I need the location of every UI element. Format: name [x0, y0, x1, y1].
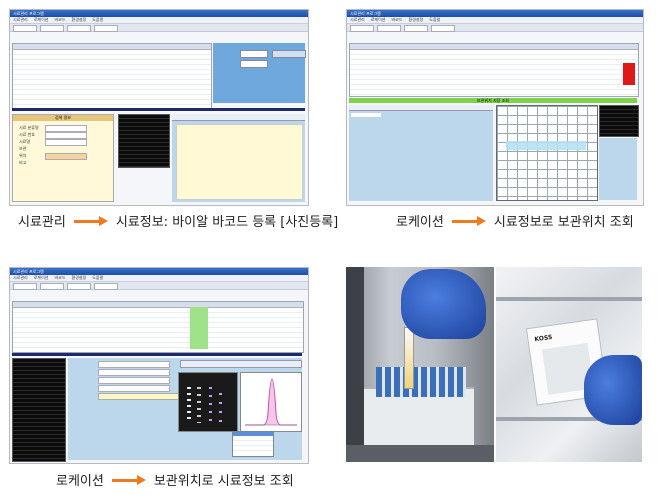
tube-caps: [376, 367, 466, 397]
window-title: 시료관리 프로그램: [350, 10, 381, 16]
tool-button[interactable]: [13, 283, 37, 290]
storage-photo: KOSS: [346, 267, 642, 462]
rack-grid[interactable]: [496, 105, 598, 201]
tool-button[interactable]: [94, 283, 118, 290]
caption-sample-lookup: 로케이션 보관위치로 시료정보 조회: [56, 470, 294, 489]
rack-highlight: [506, 141, 586, 150]
caption-from: 로케이션: [396, 215, 444, 230]
field-input[interactable]: [45, 153, 87, 160]
menu-item[interactable]: 도움말: [92, 275, 103, 281]
chromatogram: [240, 372, 302, 432]
form-label: 보관: [19, 146, 27, 151]
caption-sample-management: 시료관리 시료정보: 바이알 바코드 등록 [사진등록]: [18, 211, 338, 230]
arrow-right-icon: [111, 474, 146, 485]
tool-button[interactable]: [377, 25, 401, 32]
form-label: 시료명: [19, 139, 31, 144]
menu-item[interactable]: 시료관리: [350, 17, 365, 23]
tool-button[interactable]: [40, 283, 64, 290]
register-button[interactable]: [240, 60, 268, 68]
location-header: 보관위치 지정 조회: [349, 98, 637, 103]
rack-frame: [346, 267, 364, 462]
caption-from: 시료관리: [18, 215, 66, 230]
barcode-list[interactable]: [599, 105, 639, 137]
menu-item[interactable]: 시료관리: [13, 275, 28, 281]
image-pane: [172, 114, 305, 202]
barcode-list[interactable]: [118, 114, 170, 168]
tool-button[interactable]: [404, 25, 428, 32]
screenshot-sample-management: 시료관리 프로그램 시료관리 로케이션 바코드 환경설정 도움말 검색 정보 시…: [9, 9, 309, 206]
menu-bar: 시료관리 로케이션 바코드 환경설정 도움말: [347, 17, 643, 24]
form-label: 비고: [19, 160, 27, 165]
separator-bar: [12, 353, 302, 356]
toolbar: [10, 24, 308, 32]
menu-item[interactable]: 로케이션: [371, 17, 386, 23]
tool-button[interactable]: [67, 283, 91, 290]
window-title: 시료관리 프로그램: [13, 268, 44, 274]
box-brand: KOSS: [534, 333, 553, 344]
form-label: 시료 번호: [19, 132, 35, 137]
menu-item[interactable]: 시료관리: [13, 17, 28, 23]
menu-item[interactable]: 로케이션: [34, 17, 49, 23]
field-input[interactable]: [45, 132, 87, 139]
status-column: [190, 307, 208, 349]
arrow-right-icon: [451, 215, 486, 226]
window-title: 시료관리 프로그램: [13, 10, 44, 16]
menu-item[interactable]: 바코드: [54, 275, 65, 281]
form-label: 위치: [19, 153, 27, 158]
form-label: 시료 분류명: [19, 125, 39, 130]
form-title: 검색 정보: [13, 115, 113, 121]
peak-chart: [245, 378, 297, 426]
menu-item[interactable]: 환경설정: [72, 275, 87, 281]
sample-table[interactable]: [12, 301, 304, 353]
popup-table[interactable]: [232, 431, 274, 457]
tool-button[interactable]: [431, 25, 455, 32]
gloved-hand: [584, 355, 642, 425]
field-input[interactable]: [45, 125, 87, 132]
window-titlebar: 시료관리 프로그램: [10, 10, 308, 17]
screenshot-location-search: 시료관리 프로그램 시료관리 로케이션 바코드 환경설정 도움말 보관위치 지정…: [346, 9, 644, 206]
field-input[interactable]: [45, 139, 87, 146]
rack-base: [346, 445, 494, 462]
tool-button[interactable]: [40, 25, 64, 32]
caption-from: 로케이션: [56, 474, 104, 489]
separator-bar: [12, 108, 305, 111]
toolbar: [10, 282, 308, 290]
menu-bar: 시료관리 로케이션 바코드 환경설정 도움말: [10, 17, 308, 24]
tool-button[interactable]: [13, 25, 37, 32]
screenshot-sample-lookup: 시료관리 프로그램 시료관리 로케이션 바코드 환경설정 도움말: [9, 267, 309, 464]
gloved-hand: [401, 269, 486, 339]
menu-item[interactable]: 환경설정: [72, 17, 87, 23]
gel-image: [178, 372, 238, 432]
toolbar: [347, 24, 643, 32]
vial: [404, 327, 414, 389]
detail-pane: [599, 138, 637, 200]
image-button[interactable]: [272, 50, 306, 58]
caption-to: 시료정보: 바이알 바코드 등록 [사진등록]: [115, 215, 339, 230]
rack-list[interactable]: [12, 358, 66, 462]
sample-table[interactable]: [349, 43, 639, 97]
tool-button[interactable]: [67, 25, 91, 32]
caption-to: 시료정보로 보관위치 조회: [493, 215, 634, 230]
menu-bar: 시료관리 로케이션 바코드 환경설정 도움말: [10, 275, 308, 282]
menu-item[interactable]: 도움말: [429, 17, 440, 23]
tool-button[interactable]: [94, 25, 118, 32]
menu-item[interactable]: 바코드: [54, 17, 65, 23]
sample-table[interactable]: [12, 43, 212, 109]
menu-item[interactable]: 로케이션: [34, 275, 49, 281]
search-form: 검색 정보 시료 분류명 시료 번호 시료명 보관 위치 비고: [12, 114, 114, 202]
menu-item[interactable]: 도움말: [92, 17, 103, 23]
arrow-right-icon: [73, 215, 108, 226]
search-button[interactable]: [240, 50, 268, 58]
tool-button[interactable]: [350, 25, 374, 32]
menu-item[interactable]: 바코드: [391, 17, 402, 23]
window-titlebar: 시료관리 프로그램: [347, 10, 643, 17]
window-titlebar: 시료관리 프로그램: [10, 268, 308, 275]
caption-location-search: 로케이션 시료정보로 보관위치 조회: [396, 211, 634, 230]
caption-to: 보관위치로 시료정보 조회: [153, 474, 294, 489]
menu-item[interactable]: 환경설정: [409, 17, 424, 23]
location-left-pane: [349, 105, 493, 201]
status-marker: [623, 63, 635, 85]
